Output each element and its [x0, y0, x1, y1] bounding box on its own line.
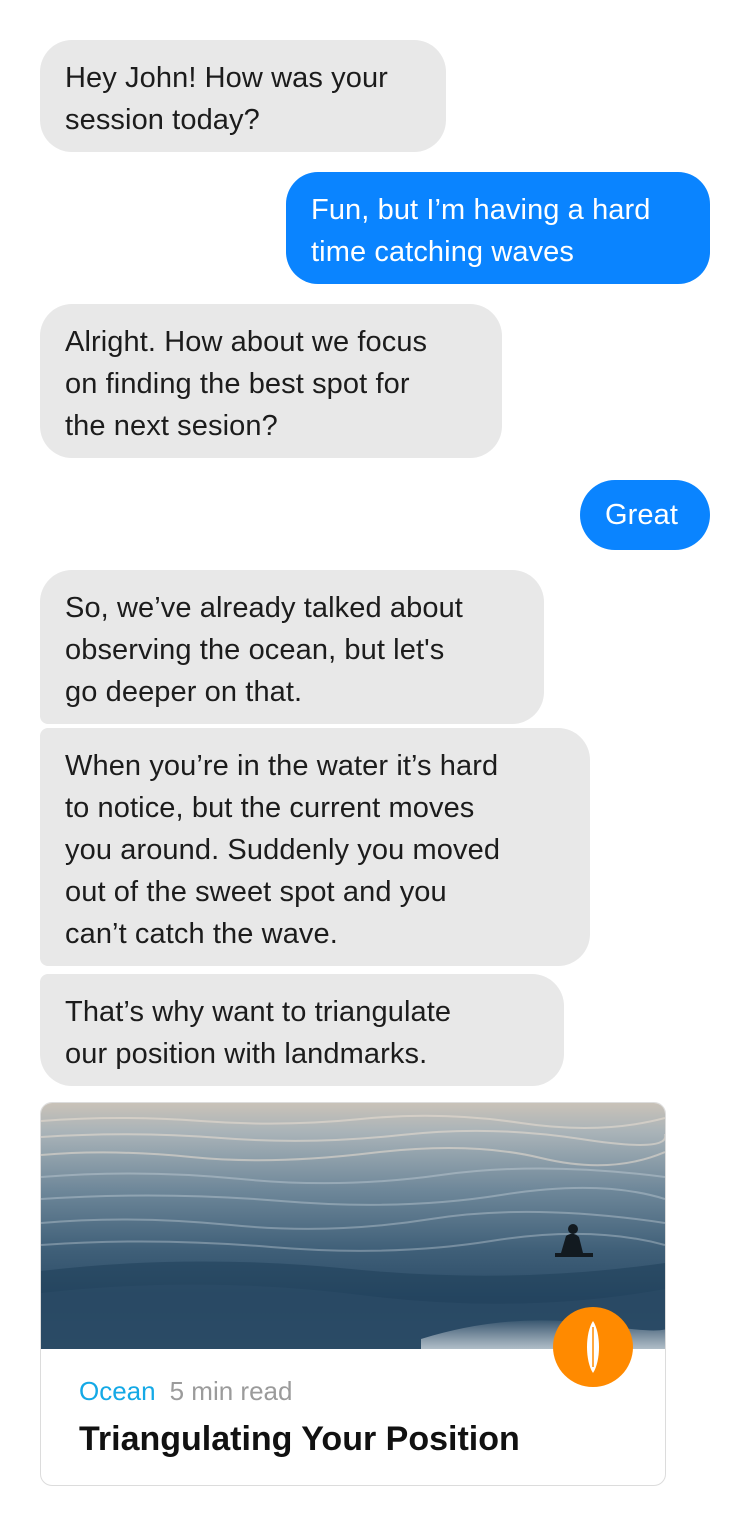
- user-message-bubble: Fun, but I’m having a hard time catching…: [286, 172, 710, 284]
- coach-message-bubble: That’s why want to triangulate our posit…: [40, 974, 564, 1086]
- coach-message-bubble: Hey John! How was your session today?: [40, 40, 446, 152]
- chat-thread: Hey John! How was your session today? Fu…: [0, 0, 750, 1520]
- article-meta: Ocean 5 min read: [79, 1375, 292, 1407]
- surfboard-icon: [553, 1307, 633, 1387]
- coach-message-bubble: So, we’ve already talked about observing…: [40, 570, 544, 724]
- article-title[interactable]: Triangulating Your Position: [79, 1415, 520, 1463]
- user-message-bubble: Great: [580, 480, 710, 550]
- coach-message-bubble: When you’re in the water it’s hard to no…: [40, 728, 590, 966]
- article-read-time: 5 min read: [169, 1376, 293, 1406]
- article-category[interactable]: Ocean: [79, 1376, 156, 1406]
- coach-message-bubble: Alright. How about we focus on finding t…: [40, 304, 502, 458]
- article-card[interactable]: Ocean 5 min read Triangulating Your Posit…: [40, 1102, 666, 1486]
